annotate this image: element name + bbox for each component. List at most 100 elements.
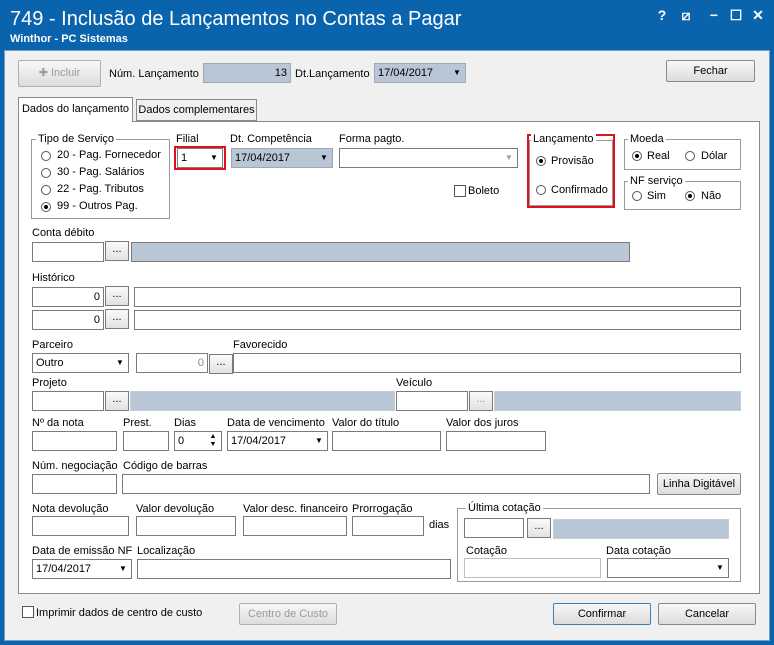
chevron-down-icon: ▼ <box>716 563 724 572</box>
conta-debito-code[interactable] <box>32 242 104 262</box>
parceiro-lookup-button[interactable]: ... <box>209 354 233 374</box>
tipo-30-label: 30 - Pag. Salários <box>57 166 145 178</box>
confirmar-button[interactable]: Confirmar <box>553 603 651 625</box>
radio-tipo-99[interactable] <box>41 202 51 212</box>
valor-devolucao-input[interactable] <box>136 516 236 536</box>
spinner-arrows-icon[interactable]: ▲ ▼ <box>206 433 220 449</box>
parceiro-code[interactable]: 0 <box>136 353 208 373</box>
historico-code-2[interactable]: 0 <box>32 310 104 330</box>
projeto-code[interactable] <box>32 391 104 411</box>
vencimento-label: Data de vencimento <box>227 417 325 429</box>
linha-digitavel-button[interactable]: Linha Digitável <box>657 473 741 495</box>
codigo-barras-input[interactable] <box>122 474 650 494</box>
nota-devolucao-input[interactable] <box>32 516 129 536</box>
valor-devolucao-label: Valor devolução <box>136 503 215 515</box>
nf-sim-label: Sim <box>647 190 666 202</box>
radio-tipo-30[interactable] <box>41 168 51 178</box>
localizacao-input[interactable] <box>137 559 451 579</box>
historico-code-1[interactable]: 0 <box>32 287 104 307</box>
conta-debito-lookup-button[interactable]: ... <box>105 241 129 261</box>
radio-nf-sim[interactable] <box>632 191 642 201</box>
cotacao-lookup-button[interactable]: ... <box>527 518 551 538</box>
plus-icon: ✚ <box>38 67 51 79</box>
close-icon[interactable]: ✕ <box>748 6 768 24</box>
minimize-icon[interactable]: − <box>704 6 724 24</box>
radio-dolar[interactable] <box>685 151 695 161</box>
cotacao-code[interactable] <box>464 518 524 538</box>
desc-financeiro-input[interactable] <box>243 516 347 536</box>
cancelar-button[interactable]: Cancelar <box>658 603 756 625</box>
radio-provisao[interactable] <box>536 156 546 166</box>
conta-debito-desc <box>131 242 630 262</box>
boleto-label: Boleto <box>468 185 500 197</box>
vencimento-value: 17/04/2017 <box>231 435 287 447</box>
projeto-label: Projeto <box>32 377 67 389</box>
data-cotacao-select[interactable]: ▼ <box>607 558 729 578</box>
tab-panel: Tipo de Serviço 20 - Pag. Fornecedor 30 … <box>18 121 760 594</box>
window-title: 749 - Inclusão de Lançamentos no Contas … <box>10 8 462 30</box>
dias-spinner[interactable]: 0 ▲ ▼ <box>174 431 222 451</box>
chevron-down-icon: ▼ <box>505 153 513 162</box>
favorecido-input[interactable] <box>233 353 741 373</box>
dt-competencia-label: Dt. Competência <box>230 133 312 145</box>
window: 749 - Inclusão de Lançamentos no Contas … <box>0 0 774 645</box>
parceiro-value: Outro <box>36 357 64 369</box>
dt-lancamento-value: 17/04/2017 <box>378 67 434 79</box>
dt-lancamento-field: 17/04/2017 ▼ <box>374 63 466 83</box>
radio-real[interactable] <box>632 151 642 161</box>
valor-titulo-label: Valor do título <box>332 417 400 429</box>
filial-select[interactable]: 1 ▼ <box>177 148 223 168</box>
incluir-button[interactable]: ✚ Incluir <box>18 60 101 87</box>
dt-competencia-select[interactable]: 17/04/2017 ▼ <box>231 148 333 168</box>
historico-label: Histórico <box>32 272 75 284</box>
tab-dados-complementares[interactable]: Dados complementares <box>136 99 257 121</box>
prest-input[interactable] <box>123 431 169 451</box>
negociacao-input[interactable] <box>32 474 117 494</box>
emissao-select[interactable]: 17/04/2017 ▼ <box>32 559 132 579</box>
historico-desc-1[interactable] <box>134 287 741 307</box>
help-icon[interactable]: ? <box>652 6 672 24</box>
forma-pagto-select[interactable]: ▼ <box>339 148 518 168</box>
projeto-lookup-button[interactable]: ... <box>105 391 129 411</box>
lancamento-highlight <box>527 134 615 208</box>
localizacao-label: Localização <box>137 545 196 557</box>
filial-label: Filial <box>176 133 199 145</box>
historico-lookup-button-1[interactable]: ... <box>105 286 129 306</box>
imprimir-checkbox[interactable] <box>22 606 34 618</box>
radio-confirmado[interactable] <box>536 185 546 195</box>
vencimento-select[interactable]: 17/04/2017 ▼ <box>227 431 328 451</box>
window-subtitle: Winthor - PC Sistemas <box>10 33 128 45</box>
provisao-label: Provisão <box>551 155 594 167</box>
chevron-down-icon: ▼ <box>116 358 124 367</box>
historico-lookup-button-2[interactable]: ... <box>105 309 129 329</box>
fechar-button[interactable]: Fechar <box>666 60 755 82</box>
veiculo-label: Veículo <box>396 377 433 389</box>
tab-dados-lancamento[interactable]: Dados do lançamento <box>18 97 133 122</box>
radio-nf-nao[interactable] <box>685 191 695 201</box>
num-nota-input[interactable] <box>32 431 117 451</box>
emissao-label: Data de emissão NF <box>32 545 133 557</box>
radio-tipo-22[interactable] <box>41 185 51 195</box>
edit-icon[interactable]: ⧄ <box>676 6 696 24</box>
chevron-down-icon: ▼ <box>315 436 323 445</box>
veiculo-code[interactable] <box>396 391 468 411</box>
nf-nao-label: Não <box>701 190 722 202</box>
boleto-checkbox[interactable] <box>454 185 466 197</box>
prorrogacao-input[interactable] <box>352 516 424 536</box>
num-nota-label: Nº da nota <box>32 417 84 429</box>
negociacao-label: Núm. negociação <box>32 460 118 472</box>
centro-custo-button[interactable]: Centro de Custo <box>239 603 337 625</box>
veiculo-lookup-button[interactable]: ... <box>469 391 493 411</box>
maximize-icon[interactable]: ☐ <box>726 6 746 24</box>
radio-tipo-20[interactable] <box>41 151 51 161</box>
parceiro-select[interactable]: Outro ▼ <box>32 353 129 373</box>
prorrogacao-label: Prorrogação <box>352 503 413 515</box>
num-lancamento-label: Núm. Lançamento <box>109 68 199 80</box>
dolar-label: Dólar <box>701 150 728 162</box>
historico-desc-2[interactable] <box>134 310 741 330</box>
chevron-down-icon: ▼ <box>119 564 127 573</box>
valor-juros-input[interactable] <box>446 431 546 451</box>
client-area: ✚ Incluir Núm. Lançamento 13 Dt.Lançamen… <box>4 50 770 641</box>
cotacao-input[interactable] <box>464 558 601 578</box>
valor-titulo-input[interactable] <box>332 431 441 451</box>
